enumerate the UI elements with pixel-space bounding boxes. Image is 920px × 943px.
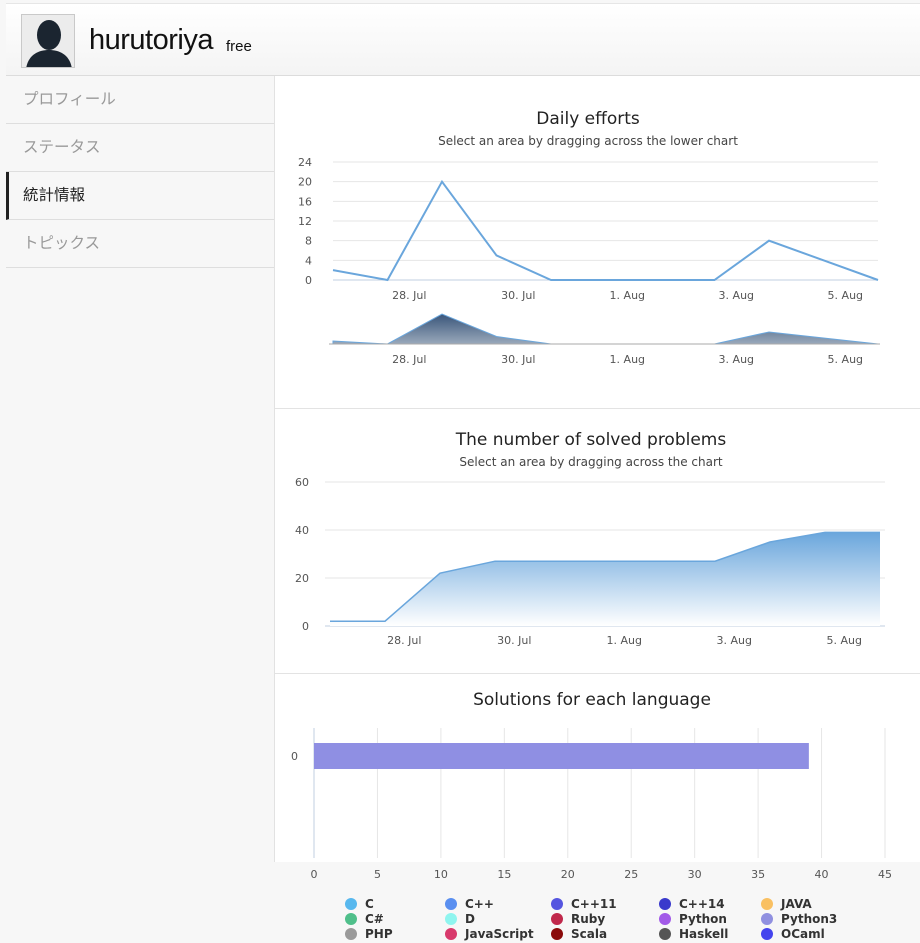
category-label: 0 xyxy=(291,750,298,763)
legend-marker xyxy=(551,928,563,940)
x-tick-label: 15 xyxy=(497,868,511,881)
x-tick-label: 20 xyxy=(561,868,575,881)
y-tick-label: 0 xyxy=(302,620,309,633)
legend-marker xyxy=(761,928,773,940)
sidebar-item-status[interactable]: ステータス xyxy=(6,124,274,172)
legend-marker xyxy=(345,928,357,940)
x-tick-label: 25 xyxy=(624,868,638,881)
legend-marker xyxy=(659,928,671,940)
daily-efforts-panel: Daily efforts Select an area by dragging… xyxy=(275,76,920,409)
legend-marker xyxy=(659,898,671,910)
sidebar-item-statistics[interactable]: 統計情報 xyxy=(6,172,274,220)
chart-subtitle: Select an area by dragging across the lo… xyxy=(438,134,738,148)
legend-label: C++ xyxy=(465,897,494,911)
legend-label: PHP xyxy=(365,927,393,941)
y-tick-label: 16 xyxy=(298,195,312,208)
legend-label: Scala xyxy=(571,927,607,941)
sidebar-item-topics[interactable]: トピックス xyxy=(6,220,274,268)
x-tick-label: 1. Aug xyxy=(610,289,645,302)
chart-title: Daily efforts xyxy=(536,109,640,129)
x-tick-label: 0 xyxy=(311,868,318,881)
sidebar: プロフィール ステータス 統計情報 トピックス xyxy=(6,76,275,862)
y-tick-label: 8 xyxy=(305,235,312,248)
y-tick-label: 24 xyxy=(298,156,312,169)
navigator-tick-label: 3. Aug xyxy=(719,353,754,366)
chart-title: The number of solved problems xyxy=(455,430,727,450)
y-tick-label: 12 xyxy=(298,215,312,228)
x-tick-label: 5. Aug xyxy=(828,289,863,302)
legend-label: JAVA xyxy=(780,897,812,911)
legend-label: Python3 xyxy=(781,912,837,926)
legend-marker xyxy=(445,928,457,940)
legend-label: OCaml xyxy=(781,927,825,941)
chart-subtitle: Select an area by dragging across the ch… xyxy=(459,455,723,469)
y-tick-label: 4 xyxy=(305,254,312,267)
legend-marker xyxy=(345,913,357,925)
x-tick-label: 3. Aug xyxy=(719,289,754,302)
x-tick-label: 30. Jul xyxy=(497,634,531,647)
x-tick-label: 30 xyxy=(688,868,702,881)
plan-badge: free xyxy=(226,38,252,55)
y-tick-label: 20 xyxy=(295,572,309,585)
legend-label: C xyxy=(365,897,374,911)
bar xyxy=(314,743,809,769)
legend-label: Python xyxy=(679,912,727,926)
y-tick-label: 0 xyxy=(305,274,312,287)
avatar[interactable] xyxy=(21,14,75,68)
user-silhouette-icon xyxy=(22,15,75,68)
x-tick-label: 5 xyxy=(374,868,381,881)
chart-title: Solutions for each language xyxy=(473,690,711,710)
language-solutions-chart[interactable]: Solutions for each language 0 5 10 15 20 25 30… xyxy=(275,674,920,938)
series-line xyxy=(333,182,878,280)
solved-problems-chart[interactable]: The number of solved problems Select an … xyxy=(275,409,920,674)
legend-label: C# xyxy=(365,912,384,926)
series-area xyxy=(330,532,880,626)
legend-label: D xyxy=(465,912,475,926)
x-tick-label: 35 xyxy=(751,868,765,881)
x-tick-label: 1. Aug xyxy=(607,634,642,647)
legend-marker xyxy=(551,898,563,910)
main-content: Daily efforts Select an area by dragging… xyxy=(275,76,920,862)
legend-marker xyxy=(445,898,457,910)
username: hurutoriya xyxy=(89,24,213,57)
x-tick-label: 5. Aug xyxy=(827,634,862,647)
legend-marker xyxy=(659,913,671,925)
legend-marker xyxy=(551,913,563,925)
legend-marker xyxy=(761,913,773,925)
sidebar-item-profile[interactable]: プロフィール xyxy=(6,76,274,124)
navigator-tick-label: 30. Jul xyxy=(501,353,535,366)
legend-label: C++11 xyxy=(571,897,617,911)
legend-label: Ruby xyxy=(571,912,605,926)
navigator-tick-label: 1. Aug xyxy=(610,353,645,366)
legend-label: C++14 xyxy=(679,897,725,911)
legend-label: Haskell xyxy=(679,927,728,941)
profile-header: hurutoriya free xyxy=(6,3,920,76)
y-tick-label: 60 xyxy=(295,476,309,489)
x-tick-label: 40 xyxy=(815,868,829,881)
navigator-tick-label: 28. Jul xyxy=(392,353,426,366)
x-tick-label: 45 xyxy=(878,868,892,881)
x-tick-label: 3. Aug xyxy=(717,634,752,647)
x-tick-label: 30. Jul xyxy=(501,289,535,302)
solved-problems-panel: The number of solved problems Select an … xyxy=(275,409,920,674)
legend-label: JavaScript xyxy=(464,927,534,941)
x-tick-label: 10 xyxy=(434,868,448,881)
legend-marker xyxy=(345,898,357,910)
legend-marker xyxy=(445,913,457,925)
navigator-area xyxy=(333,314,878,344)
y-tick-label: 40 xyxy=(295,524,309,537)
x-tick-label: 28. Jul xyxy=(392,289,426,302)
navigator-tick-label: 5. Aug xyxy=(828,353,863,366)
x-tick-label: 28. Jul xyxy=(387,634,421,647)
language-solutions-panel: Solutions for each language 0 5 10 15 20 25 30… xyxy=(275,674,920,938)
daily-efforts-chart[interactable]: Daily efforts Select an area by dragging… xyxy=(275,76,920,409)
y-tick-label: 20 xyxy=(298,176,312,189)
legend-marker xyxy=(761,898,773,910)
